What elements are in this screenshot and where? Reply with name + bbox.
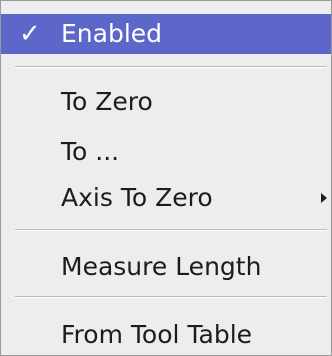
menu-item-label: Enabled	[61, 19, 163, 48]
submenu-arrow-icon	[321, 193, 327, 203]
menu-item-label: From Tool Table	[61, 320, 253, 349]
menu-item-to[interactable]: To ...	[1, 132, 331, 172]
menu-item-measure-length[interactable]: Measure Length	[1, 247, 331, 287]
menu-item-enabled[interactable]: ✓ Enabled	[1, 14, 331, 54]
checkmark-icon: ✓	[19, 19, 41, 49]
menu-item-to-zero[interactable]: To Zero	[1, 82, 331, 122]
menu-item-label: Measure Length	[61, 252, 262, 281]
context-menu: ✓ Enabled To Zero To ... Axis To Zero Me…	[0, 0, 332, 356]
menu-separator	[15, 229, 327, 231]
menu-item-label: Axis To Zero	[61, 183, 213, 212]
menu-item-label: To Zero	[61, 87, 153, 116]
menu-separator	[15, 66, 327, 68]
menu-item-label: To ...	[61, 137, 120, 166]
menu-separator	[15, 296, 327, 298]
menu-item-axis-to-zero[interactable]: Axis To Zero	[1, 178, 331, 218]
menu-item-from-tool-table[interactable]: From Tool Table	[1, 315, 331, 355]
